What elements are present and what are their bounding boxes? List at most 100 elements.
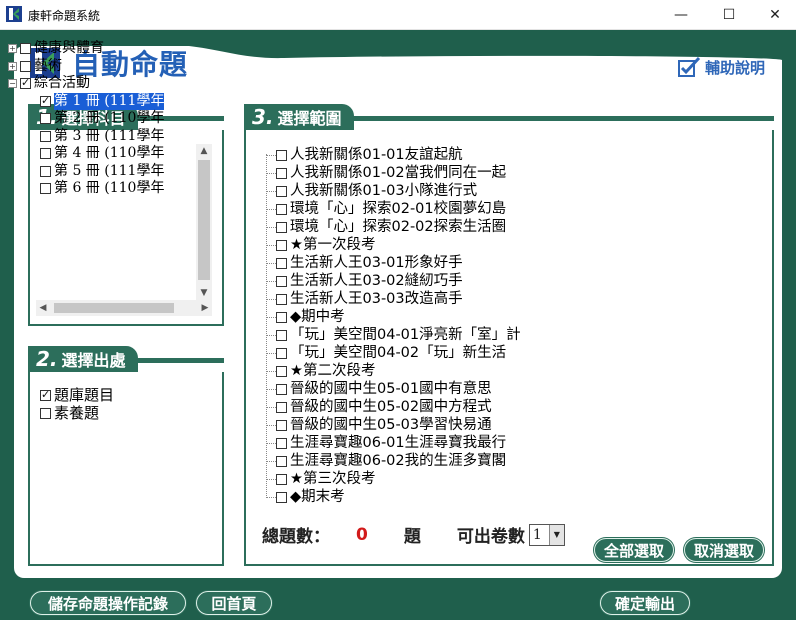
checkbox[interactable] xyxy=(276,275,287,287)
checkbox[interactable] xyxy=(40,165,51,177)
help-link[interactable]: 輔助說明 xyxy=(678,56,765,78)
tree-item-volume-5[interactable]: 第 5 冊 (111學年 xyxy=(8,163,176,181)
checkbox[interactable] xyxy=(276,239,287,251)
range-item[interactable]: 「玩」美空間04-01淨亮新「室」計 xyxy=(262,326,582,344)
range-item-label: 生涯尋寶趣06-02我的生涯多寶閣 xyxy=(290,453,507,469)
source-option-question-bank[interactable]: 題庫題目 xyxy=(40,386,114,404)
scroll-right-icon[interactable]: ▶ xyxy=(198,300,212,316)
range-item[interactable]: 晉級的國中生05-03學習快易通 xyxy=(262,416,582,434)
checkbox[interactable] xyxy=(20,43,31,55)
checkbox[interactable] xyxy=(276,383,287,395)
range-item[interactable]: 生活新人王03-02縫紉巧手 xyxy=(262,272,582,290)
checkbox[interactable] xyxy=(20,74,31,92)
checkbox[interactable] xyxy=(40,92,51,109)
save-log-button[interactable]: 儲存命題操作記錄 xyxy=(30,591,186,615)
tree-item-label: 第 1 冊 (111學年 xyxy=(54,92,165,110)
scroll-left-icon[interactable]: ◀ xyxy=(36,300,50,316)
panel-title: 選擇範圍 xyxy=(277,109,342,128)
tree-item-label: 第 4 冊 (110學年 xyxy=(54,145,165,161)
range-item[interactable]: 人我新關係01-02當我們同在一起 xyxy=(262,164,582,182)
checkbox[interactable] xyxy=(276,185,287,197)
option-label: 素養題 xyxy=(54,404,100,422)
expand-icon[interactable]: + xyxy=(8,44,17,54)
range-item-label: 人我新關係01-01友誼起航 xyxy=(290,147,463,163)
checkbox[interactable] xyxy=(276,329,287,341)
range-item[interactable]: 生涯尋寶趣06-01生涯尋寶我最行 xyxy=(262,434,582,452)
option-label: 題庫題目 xyxy=(54,386,115,404)
questions-unit: 題 xyxy=(403,527,421,547)
range-item[interactable]: 晉級的國中生05-01國中有意思 xyxy=(262,380,582,398)
checkbox[interactable] xyxy=(276,311,287,323)
range-item[interactable]: 生活新人王03-03改造高手 xyxy=(262,290,582,308)
range-item[interactable]: 生活新人王03-01形象好手 xyxy=(262,254,582,272)
checkbox[interactable] xyxy=(40,386,51,404)
collapse-icon[interactable]: − xyxy=(8,79,17,89)
range-item[interactable]: 人我新關係01-01友誼起航 xyxy=(262,146,582,164)
checkbox[interactable] xyxy=(276,167,287,179)
range-tree: 人我新關係01-01友誼起航 人我新關係01-02當我們同在一起 人我新關係01… xyxy=(262,146,582,508)
subject-vertical-scrollbar[interactable]: ▲ ▼ xyxy=(196,144,212,300)
range-item[interactable]: 人我新關係01-03小隊進行式 xyxy=(262,182,582,200)
checkbox[interactable] xyxy=(276,149,287,161)
checkbox[interactable] xyxy=(40,113,51,125)
range-item-label: 人我新關係01-02當我們同在一起 xyxy=(290,165,507,181)
checkbox[interactable] xyxy=(40,148,51,160)
tree-item-volume-6[interactable]: 第 6 冊 (110學年 xyxy=(8,180,176,198)
range-item[interactable]: 晉級的國中生05-02國中方程式 xyxy=(262,398,582,416)
close-button[interactable]: ✕ xyxy=(752,0,796,30)
maximize-button[interactable]: ☐ xyxy=(706,0,752,30)
range-item[interactable]: ◆期末考 xyxy=(262,488,582,506)
range-item[interactable]: ◆期中考 xyxy=(262,308,582,326)
expand-icon[interactable]: + xyxy=(8,61,17,71)
checkbox[interactable] xyxy=(276,437,287,449)
tests-count-select[interactable]: 1 ▼ xyxy=(528,523,565,546)
confirm-output-button[interactable]: 確定輸出 xyxy=(600,591,690,615)
range-item[interactable]: 生涯尋寶趣06-02我的生涯多寶閣 xyxy=(262,452,582,470)
tree-item-volume-2[interactable]: 第 2 冊 (110學年 xyxy=(8,110,176,128)
minimize-button[interactable]: — xyxy=(658,0,704,30)
scroll-down-icon[interactable]: ▼ xyxy=(196,286,212,300)
checkbox[interactable] xyxy=(276,455,287,467)
subject-horizontal-scrollbar[interactable]: ◀ ▶ xyxy=(36,300,212,316)
checkbox[interactable] xyxy=(276,401,287,413)
select-all-button[interactable]: 全部選取 xyxy=(594,538,674,562)
checkbox[interactable] xyxy=(276,221,287,233)
range-item[interactable]: 「玩」美空間04-02「玩」新生活 xyxy=(262,344,582,362)
home-button[interactable]: 回首頁 xyxy=(196,591,272,615)
tree-item-volume-1[interactable]: 第 1 冊 (111學年 xyxy=(8,92,176,110)
checkbox[interactable] xyxy=(20,60,31,72)
checkbox[interactable] xyxy=(276,257,287,269)
checkbox[interactable] xyxy=(40,407,51,419)
source-panel: 2. 選擇出處 xyxy=(28,346,224,566)
tree-item-integrative[interactable]: − 綜合活動 xyxy=(8,74,176,93)
range-item[interactable]: ★第一次段考 xyxy=(262,236,582,254)
checkbox[interactable] xyxy=(276,203,287,215)
checkbox[interactable] xyxy=(276,419,287,431)
checkbox[interactable] xyxy=(40,183,51,195)
tree-item-arts[interactable]: + 藝術 xyxy=(8,58,176,76)
tests-count-label: 可出卷數 xyxy=(456,527,525,547)
source-options: 題庫題目 素養題 xyxy=(40,386,114,422)
checkbox[interactable] xyxy=(276,365,287,377)
checkbox[interactable] xyxy=(276,347,287,359)
source-option-literacy[interactable]: 素養題 xyxy=(40,404,114,422)
scroll-thumb[interactable] xyxy=(198,160,210,280)
chevron-down-icon[interactable]: ▼ xyxy=(548,524,564,545)
tree-item-volume-4[interactable]: 第 4 冊 (110學年 xyxy=(8,145,176,163)
range-item[interactable]: ★第二次段考 xyxy=(262,362,582,380)
scroll-thumb[interactable] xyxy=(54,303,174,313)
scroll-up-icon[interactable]: ▲ xyxy=(196,144,212,158)
checkbox[interactable] xyxy=(276,473,287,485)
app-logo-icon xyxy=(6,6,22,22)
tree-item-volume-3[interactable]: 第 3 冊 (111學年 xyxy=(8,128,176,146)
range-item-label: 晉級的國中生05-02國中方程式 xyxy=(290,399,492,415)
range-item-label: 生活新人王03-02縫紉巧手 xyxy=(290,273,463,289)
checkbox[interactable] xyxy=(276,293,287,305)
range-item[interactable]: 環境「心」探索02-02探索生活圈 xyxy=(262,218,582,236)
range-item[interactable]: ★第三次段考 xyxy=(262,470,582,488)
range-item[interactable]: 環境「心」探索02-01校園夢幻島 xyxy=(262,200,582,218)
tree-item-health-pe[interactable]: + 健康與體育 xyxy=(8,40,176,58)
deselect-all-button[interactable]: 取消選取 xyxy=(684,538,764,562)
checkbox[interactable] xyxy=(40,130,51,142)
checkbox[interactable] xyxy=(276,491,287,503)
